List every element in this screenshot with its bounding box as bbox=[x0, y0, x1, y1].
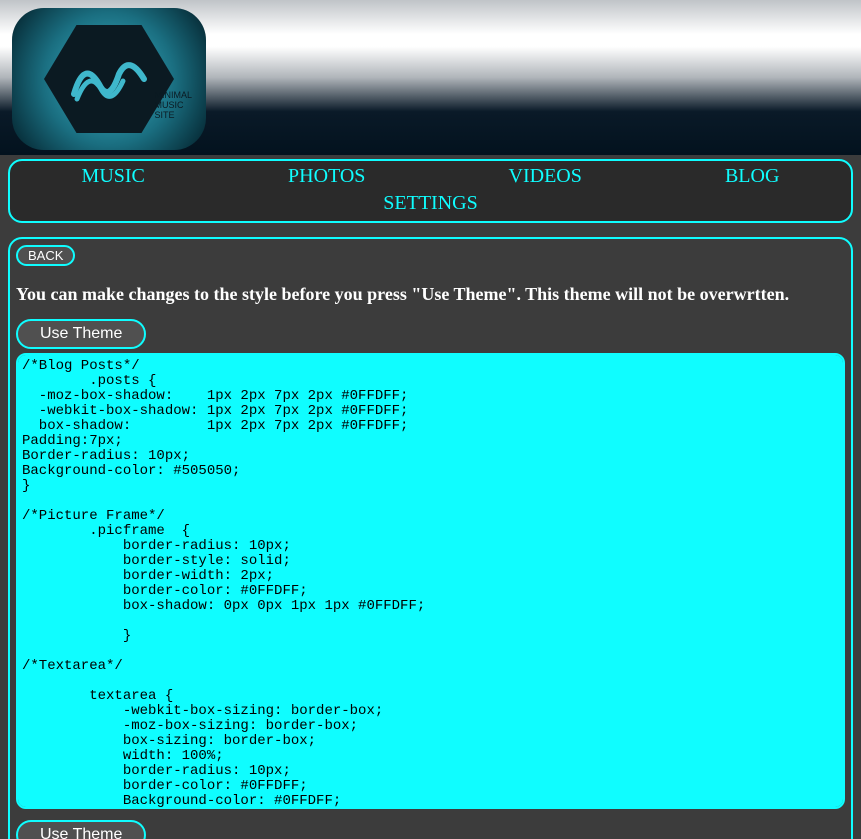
logo-hexagon bbox=[44, 19, 174, 139]
theme-editor-textarea[interactable] bbox=[16, 353, 845, 809]
use-theme-button-bottom[interactable]: Use Theme bbox=[16, 820, 146, 839]
nav-settings[interactable]: SETTINGS bbox=[373, 190, 487, 217]
nav-row-2: SETTINGS bbox=[10, 190, 851, 217]
header-gradient: MINIMAL MUSIC SITE bbox=[0, 0, 861, 155]
logo-text-line3: SITE bbox=[154, 110, 192, 120]
main-nav: MUSIC PHOTOS VIDEOS BLOG SETTINGS bbox=[8, 159, 853, 223]
logo-text-line1: MINIMAL bbox=[154, 90, 192, 100]
logo-text-line2: MUSIC bbox=[154, 100, 192, 110]
back-button[interactable]: BACK bbox=[16, 245, 75, 266]
nav-videos[interactable]: VIDEOS bbox=[499, 163, 592, 190]
instruction-text: You can make changes to the style before… bbox=[16, 284, 845, 305]
nav-music[interactable]: MUSIC bbox=[72, 163, 155, 190]
logo-wave-icon bbox=[44, 19, 174, 139]
nav-row-1: MUSIC PHOTOS VIDEOS BLOG bbox=[10, 163, 851, 190]
nav-blog[interactable]: BLOG bbox=[715, 163, 789, 190]
main-panel: BACK You can make changes to the style b… bbox=[8, 237, 853, 839]
logo-text: MINIMAL MUSIC SITE bbox=[154, 90, 192, 120]
nav-photos[interactable]: PHOTOS bbox=[278, 163, 375, 190]
site-logo[interactable]: MINIMAL MUSIC SITE bbox=[12, 8, 206, 150]
use-theme-button-top[interactable]: Use Theme bbox=[16, 319, 146, 349]
